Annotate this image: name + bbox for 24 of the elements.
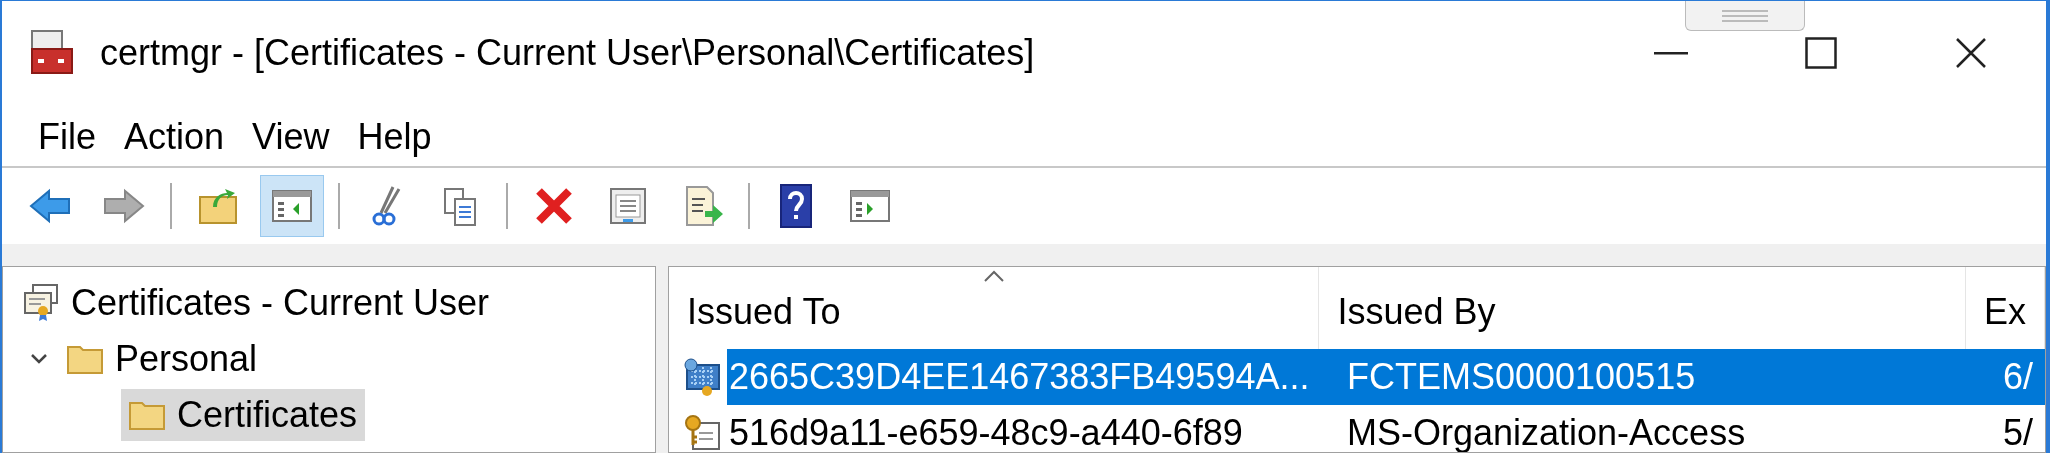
table-cell-text: MS-Organization-Access xyxy=(1347,411,1746,452)
list-row[interactable]: 516d9a11-e659-48c9-a440-6f89 MS-Organization-Access 5/ xyxy=(727,405,2045,452)
tree-item[interactable]: Personal xyxy=(59,333,266,385)
tree-item[interactable]: Certificates - Current User xyxy=(15,277,498,329)
app-toolbox-icon xyxy=(28,28,76,77)
maximize-icon xyxy=(1805,36,1837,69)
menu-item[interactable]: Help xyxy=(345,110,444,160)
table-cell-text: FCTEMS0000100515 xyxy=(1347,355,1696,399)
sort-caret-icon xyxy=(982,269,1005,283)
certificate-store-icon xyxy=(21,283,61,323)
menu-item[interactable]: File xyxy=(26,110,108,160)
menu-item[interactable]: Action xyxy=(112,110,237,160)
close-icon xyxy=(1955,36,1987,69)
tree-item[interactable]: Certificates xyxy=(121,389,366,441)
snap-handle[interactable] xyxy=(1685,1,1805,31)
table-cell-text: 5/ xyxy=(2003,411,2034,452)
certificate-icon xyxy=(683,357,723,397)
table-cell-text: 6/ xyxy=(2003,355,2034,399)
minimize-icon xyxy=(1654,50,1688,55)
table-cell-text: 2665C39D4EE1467383FB49594A... xyxy=(729,355,1310,399)
list-row[interactable]: 2665C39D4EE1467383FB49594A... FCTEMS0000100515 6/ xyxy=(727,349,2045,405)
table-cell-text: 516d9a11-e659-48c9-a440-6f89 xyxy=(729,411,1243,452)
window-title: certmgr - [Certificates - Current User\Personal\Certificates] xyxy=(100,30,1035,75)
menu-item[interactable]: View xyxy=(240,110,342,160)
